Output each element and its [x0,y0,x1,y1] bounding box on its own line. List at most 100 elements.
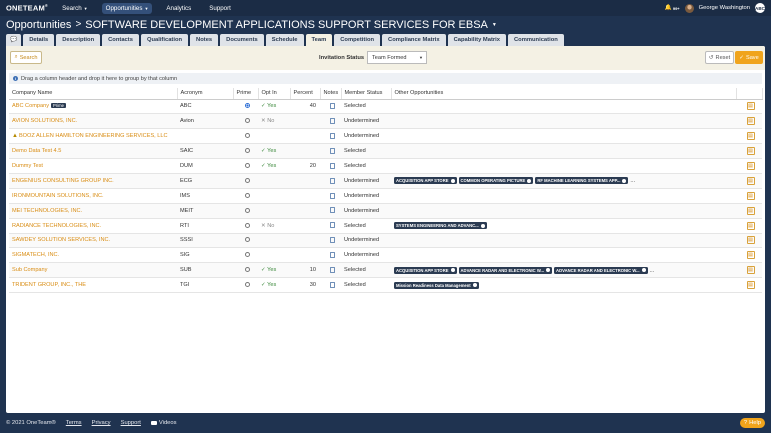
chat-icon[interactable]: 💬 [6,34,22,46]
member-status-cell[interactable]: Selected [341,99,391,115]
company-name-link[interactable]: TRIDENT GROUP, INC., THE [12,282,86,288]
company-name-link[interactable]: Demo Data Test 4.5 [12,148,61,154]
percent-cell[interactable] [290,128,320,145]
opportunity-tag[interactable]: ADVANCE RADAR AND ELECTRONIC W... [458,266,553,274]
nav-item-analytics[interactable]: Analytics [162,3,195,14]
prime-radio[interactable] [244,192,250,198]
trash-icon[interactable]: ▤ [746,191,755,200]
company-name-link[interactable]: SAWDEY SOLUTION SERVICES, INC. [12,237,110,243]
note-icon[interactable] [329,207,335,214]
column-header-prime[interactable]: Prime [233,88,259,100]
note-icon[interactable] [329,162,335,169]
prime-radio[interactable] [244,267,250,273]
member-status-cell[interactable]: Selected [341,218,391,234]
tab-schedule[interactable]: Schedule [265,34,304,46]
tab-team[interactable]: Team [305,34,333,46]
more-indicator[interactable]: ... [630,178,635,184]
notifications[interactable]: 🔔 99+ [665,5,680,11]
note-icon[interactable] [329,192,335,199]
reset-button[interactable]: ↺ Reset [705,51,734,64]
percent-cell[interactable] [290,233,320,249]
invitation-status-select[interactable]: Team Formed ▼ [367,51,427,64]
company-name-link[interactable]: ABC Company [12,103,49,109]
member-status-cell[interactable]: Selected [341,277,391,294]
percent-cell[interactable] [290,218,320,234]
trash-icon[interactable]: ▤ [746,251,755,260]
nav-item-search[interactable]: Search ▼ [58,3,92,14]
tab-description[interactable]: Description [56,34,101,46]
company-name-link[interactable]: ENGENIUS CONSULTING GROUP INC. [12,178,114,184]
member-status-cell[interactable]: Selected [341,262,391,279]
tab-qualification[interactable]: Qualification [140,34,189,46]
percent-cell[interactable]: 40 [290,99,320,115]
group-drop-zone[interactable]: i Drag a column header and drop it here … [9,73,762,84]
company-name-link[interactable]: MEI TECHNOLOGIES, INC. [12,208,82,214]
footer-link-terms[interactable]: Terms [66,420,82,426]
opportunity-tag[interactable]: RF MACHINE LEARNING SYSTEMS APP... [535,177,629,185]
help-button[interactable]: ? Help [739,418,765,428]
tab-competition[interactable]: Competition [334,34,381,46]
trash-icon[interactable]: ▤ [746,132,755,141]
prime-radio[interactable] [244,103,250,109]
note-icon[interactable] [329,281,335,288]
nav-item-support[interactable]: Support [205,3,235,14]
tab-details[interactable]: Details [23,34,55,46]
org-initials[interactable]: ABC [755,3,765,13]
percent-cell[interactable] [290,203,320,219]
note-icon[interactable] [329,147,335,154]
avatar[interactable] [684,3,694,13]
company-name-link[interactable]: AVION SOLUTIONS, INC. [12,118,77,124]
column-header-other-opportunities[interactable]: Other Opportunities [391,88,737,100]
column-header-notes[interactable]: Notes [320,88,342,100]
prime-radio[interactable] [244,237,250,243]
opportunity-tag[interactable]: ADVANCE RADAR AND ELECTRONIC W... [554,266,648,274]
note-icon[interactable] [329,252,335,259]
trash-icon[interactable]: ▤ [746,206,755,215]
chevron-down-icon[interactable]: ▼ [492,22,497,28]
company-name-link[interactable]: BOOZ ALLEN HAMILTON ENGINEERING SERVICES… [19,133,168,139]
member-status-cell[interactable]: Undetermined [341,188,391,204]
member-status-cell[interactable]: Undetermined [341,173,391,189]
trash-icon[interactable]: ▤ [746,281,755,290]
note-icon[interactable] [329,222,335,229]
percent-cell[interactable]: 30 [290,277,320,294]
column-header-member-status[interactable]: Member Status [341,88,392,100]
trash-icon[interactable]: ▤ [746,221,755,230]
tab-notes[interactable]: Notes [190,34,219,46]
trash-icon[interactable]: ▤ [746,176,755,185]
note-icon[interactable] [329,267,335,273]
company-name-link[interactable]: RADIANCE TECHNOLOGIES, INC. [12,223,101,229]
member-status-cell[interactable]: Undetermined [341,203,391,219]
member-status-cell[interactable]: Undetermined [341,128,391,145]
company-name-link[interactable]: SIGMATECH, INC. [12,252,59,258]
prime-radio[interactable] [244,252,250,258]
tab-contacts[interactable]: Contacts [102,34,139,46]
trash-icon[interactable]: ▤ [746,266,755,275]
column-header-opt-in[interactable]: Opt In [258,88,291,100]
member-status-cell[interactable]: Undetermined [341,247,391,264]
prime-radio[interactable] [244,177,250,183]
opportunity-tag[interactable]: COMMON OPERATING PICTURE [458,177,534,185]
footer-link-privacy[interactable]: Privacy [92,420,111,426]
member-status-cell[interactable]: Selected [341,158,391,174]
note-icon[interactable] [329,237,335,244]
percent-cell[interactable] [290,113,320,130]
user-name[interactable]: George Washington [699,5,750,11]
prime-radio[interactable] [244,148,250,154]
breadcrumb-root[interactable]: Opportunities [6,19,71,31]
note-icon[interactable] [329,118,335,125]
prime-radio[interactable] [244,207,250,213]
column-header-percent[interactable]: Percent [290,88,321,100]
trash-icon[interactable]: ▤ [746,162,755,170]
percent-cell[interactable] [290,247,320,264]
prime-radio[interactable] [244,133,250,139]
member-status-cell[interactable]: Undetermined [341,113,391,130]
tab-documents[interactable]: Documents [220,34,264,46]
member-status-cell[interactable]: Selected [341,143,391,160]
nav-item-opportunities[interactable]: Opportunities ▼ [101,2,153,14]
prime-radio[interactable] [244,163,250,169]
trash-icon[interactable]: ▤ [746,117,755,126]
search-button[interactable]: ⌕ Search [10,51,42,64]
note-icon[interactable] [329,177,335,184]
member-status-cell[interactable]: Undetermined [341,233,391,249]
